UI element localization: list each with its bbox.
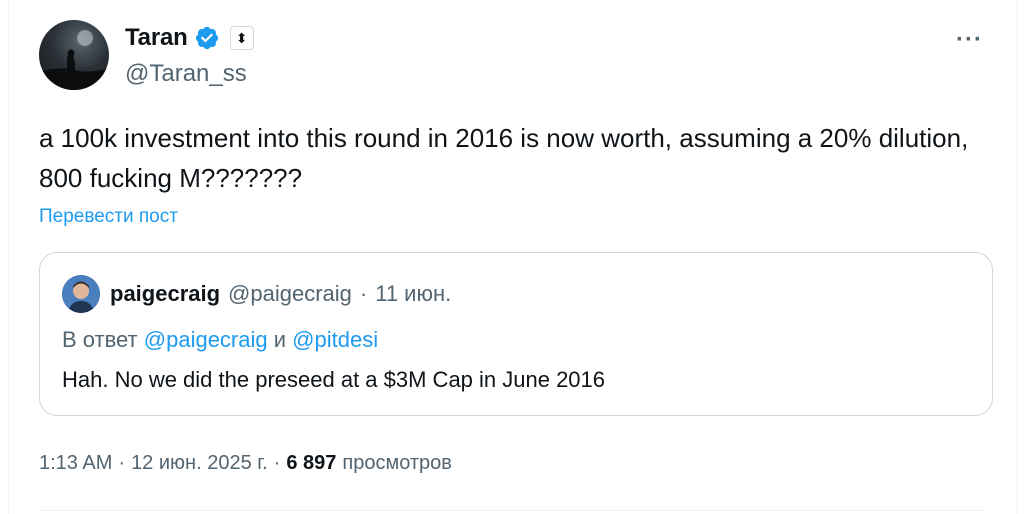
author-handle[interactable]: @Taran_ss — [125, 60, 247, 88]
reply-mention-paigecraig[interactable]: @paigecraig — [144, 327, 268, 352]
footer-separator: · — [118, 452, 126, 474]
more-options-icon[interactable]: ··· — [956, 26, 983, 54]
tweet-card: Taran ⬍ @Taran_ss ··· a 100k investment … — [8, 0, 1018, 514]
quoted-tweet[interactable]: paigecraig @paigecraig · 11 июн. В ответ… — [39, 252, 993, 416]
views-count[interactable]: 6 897 — [286, 452, 336, 475]
quoted-text: Hah. No we did the preseed at a $3M Cap … — [62, 367, 606, 392]
tweet-time[interactable]: 1:13 AM — [39, 452, 112, 475]
quoted-handle[interactable]: @paigecraig — [228, 281, 352, 307]
verified-badge-icon[interactable] — [194, 25, 220, 51]
author-avatar[interactable] — [39, 20, 109, 90]
reply-joiner: и — [273, 327, 287, 352]
views-label[interactable]: просмотров — [342, 452, 452, 475]
quoted-display-name[interactable]: paigecraig — [110, 281, 220, 307]
footer-separator: · — [273, 452, 281, 474]
reply-prefix: В ответ — [62, 327, 138, 352]
tweet-date[interactable]: 12 июн. 2025 г. — [131, 452, 268, 475]
affiliate-badge-icon[interactable]: ⬍ — [229, 26, 254, 50]
divider — [39, 510, 987, 511]
quoted-separator: · — [359, 281, 368, 306]
tweet-text: a 100k investment into this round in 201… — [39, 123, 969, 193]
avatar-image — [39, 30, 109, 90]
reply-mention-pitdesi[interactable]: @pitdesi — [292, 327, 378, 352]
quoted-header: paigecraig @paigecraig · 11 июн. — [110, 281, 451, 307]
author-display-name[interactable]: Taran — [125, 24, 188, 52]
author-name-row: Taran ⬍ — [125, 24, 254, 52]
quoted-date[interactable]: 11 июн. — [375, 281, 451, 307]
tweet-footer: 1:13 AM · 12 июн. 2025 г. · 6 897 просмо… — [39, 452, 452, 475]
translate-post-link[interactable]: Перевести пост — [39, 206, 178, 228]
quoted-reply-context: В ответ @paigecraig и @pitdesi — [62, 327, 378, 353]
quoted-avatar-image — [62, 275, 100, 313]
quoted-author-avatar[interactable] — [62, 275, 100, 313]
